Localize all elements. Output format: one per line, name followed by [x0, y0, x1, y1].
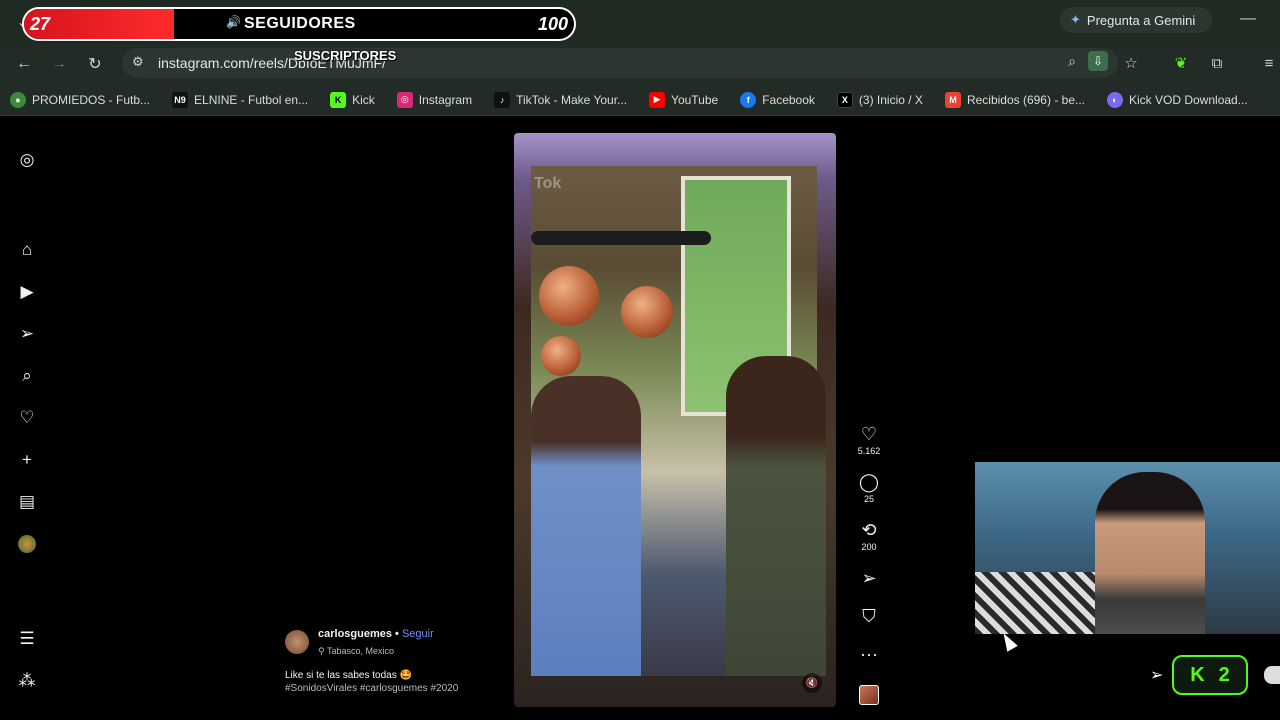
bookmark-icon: ⛉	[862, 606, 876, 626]
caption-hashtags[interactable]: #SonidosVirales #carlosguemes #2020	[285, 683, 458, 694]
goal-title: SEGUIDORES	[244, 15, 356, 32]
instagram-logo-icon[interactable]: ◎	[17, 150, 37, 170]
goal-current-count: 27	[30, 14, 51, 34]
zoom-icon[interactable]: ⌕	[1068, 53, 1076, 70]
scene-pot	[621, 286, 673, 338]
goal-subtitle: SUSCRIPTORES	[294, 48, 397, 63]
bookmark-tiktok[interactable]: ♪ TikTok - Make Your...	[494, 91, 627, 108]
goal-target: 100	[537, 14, 568, 34]
bookmark-promiedos[interactable]: ● PROMIEDOS - Futb...	[10, 91, 150, 108]
youtube-icon: ▶	[649, 91, 666, 108]
repost-icon: ⟲	[861, 520, 877, 540]
gmail-icon: M	[944, 91, 961, 108]
scene-pot-rack	[531, 231, 711, 245]
dashboard-icon[interactable]: ▤	[17, 492, 37, 512]
reading-list-icon[interactable]: ≡	[1258, 52, 1280, 74]
location-line[interactable]: ⚲ Tabasco, Mexico	[318, 646, 394, 657]
bookmark-kick[interactable]: K Kick	[330, 91, 375, 108]
speaker-icon: 🔊	[226, 15, 241, 29]
mute-icon[interactable]: 🔇	[802, 673, 822, 693]
kick-logo-icon: K	[1190, 663, 1205, 686]
reload-icon[interactable]: ↻	[79, 48, 111, 80]
share-send-icon: ➢	[861, 568, 877, 588]
instagram-icon: ◎	[396, 91, 413, 108]
install-app-icon[interactable]: ⇩	[1088, 51, 1108, 71]
author-username[interactable]: carlosguemes	[318, 628, 392, 640]
address-bar[interactable]: ⚙ instagram.com/reels/DbIoETMuJmF/ ⌕ ⇩	[122, 48, 1118, 78]
instagram-sidebar: ◎ ⌂ ▶ ➢ ⌕ ♡ + ▤ ☰ ⁂	[0, 117, 54, 720]
profile-avatar-icon[interactable]	[17, 534, 37, 554]
tiktok-icon: ♪	[494, 91, 511, 108]
create-plus-icon[interactable]: +	[17, 450, 37, 470]
floating-send-icon[interactable]: ➢	[1150, 665, 1163, 685]
bookmark-youtube[interactable]: ▶ YouTube	[649, 91, 718, 108]
follower-goal-overlay: 27 🔊 SEGUIDORES 100	[22, 7, 576, 41]
scene-pot	[541, 336, 581, 376]
messages-icon[interactable]: ➢	[17, 324, 37, 344]
follow-button[interactable]: Seguir	[402, 628, 434, 640]
bookmark-x[interactable]: X (3) Inicio / X	[836, 91, 923, 108]
x-icon: X	[836, 91, 853, 108]
audio-thumbnail[interactable]	[859, 685, 879, 705]
like-count: 5.162	[857, 446, 881, 456]
gemini-icon: ✦	[1070, 12, 1081, 27]
bookmark-elnine[interactable]: N9 ELNINE - Futbol en...	[172, 91, 308, 108]
location-pin-icon: ⚲	[318, 646, 325, 656]
scene-person-left	[531, 376, 641, 676]
separator: •	[391, 628, 402, 640]
repost-count: 200	[861, 542, 877, 552]
location-text: Tabasco, Mexico	[326, 646, 394, 656]
bookmark-gmail[interactable]: M Recibidos (696) - be...	[944, 91, 1085, 108]
bookmark-facebook[interactable]: f Facebook	[740, 91, 815, 108]
also-from-meta-icon[interactable]: ⁂	[17, 671, 37, 691]
like-button[interactable]: ♡ 5.162	[852, 424, 886, 456]
comment-button[interactable]: ◯ 25	[852, 472, 886, 504]
minimize-icon[interactable]: —	[1240, 10, 1256, 28]
share-button[interactable]: ➢	[852, 568, 886, 588]
bookmarks-bar: ● PROMIEDOS - Futb... N9 ELNINE - Futbol e…	[0, 84, 1280, 116]
comment-count: 25	[863, 494, 874, 504]
soccer-icon: ●	[10, 91, 26, 108]
home-icon[interactable]: ⌂	[17, 240, 37, 260]
more-dots-icon: ···	[860, 644, 878, 664]
video-frame	[531, 166, 826, 676]
more-options-button[interactable]: ···	[852, 644, 886, 664]
floating-profile-icon[interactable]	[1264, 666, 1280, 684]
bookmark-instagram[interactable]: ◎ Instagram	[396, 91, 472, 108]
webcam-streamer	[1095, 472, 1205, 634]
notifications-heart-icon[interactable]: ♡	[17, 408, 37, 428]
reels-icon[interactable]: ▶	[17, 282, 37, 302]
extensions-puzzle-icon[interactable]: ⧉	[1206, 52, 1228, 74]
scene-pot	[539, 266, 599, 326]
search-icon[interactable]: ⌕	[17, 366, 37, 386]
vod-icon: ◐	[1107, 91, 1123, 108]
kick-viewer-count: 2	[1218, 663, 1230, 686]
webcam-background-bed	[975, 572, 1095, 634]
extension-icon[interactable]: ❦	[1170, 52, 1192, 74]
save-button[interactable]: ⛉	[852, 606, 886, 626]
author-line: carlosguemes • Seguir	[318, 628, 434, 640]
author-avatar[interactable]	[285, 630, 309, 654]
site-info-icon[interactable]: ⚙	[132, 54, 144, 70]
gemini-label: Pregunta a Gemini	[1086, 12, 1196, 28]
forward-icon[interactable]: →	[43, 48, 75, 80]
more-menu-icon[interactable]: ☰	[17, 629, 37, 649]
kick-viewer-widget: K 2	[1172, 655, 1248, 695]
bookmark-star-icon[interactable]: ☆	[1120, 52, 1142, 74]
caption-text: Like si te las sabes todas 🤩	[285, 670, 412, 681]
bookmark-kick-vod[interactable]: ◐ Kick VOD Download...	[1107, 91, 1248, 108]
heart-icon: ♡	[860, 424, 878, 444]
video-watermark: Tok	[534, 175, 562, 192]
facebook-icon: f	[740, 91, 757, 108]
kick-icon: K	[330, 91, 347, 108]
back-icon[interactable]: ←	[8, 48, 40, 80]
n9-icon: N9	[172, 91, 189, 108]
gemini-button[interactable]: ✦ Pregunta a Gemini	[1060, 7, 1212, 33]
scene-person-right	[726, 356, 826, 676]
streamer-webcam	[975, 462, 1280, 634]
reel-video[interactable]: Tok 🔇	[514, 133, 836, 707]
comment-icon: ◯	[858, 472, 880, 492]
repost-button[interactable]: ⟲ 200	[852, 520, 886, 552]
